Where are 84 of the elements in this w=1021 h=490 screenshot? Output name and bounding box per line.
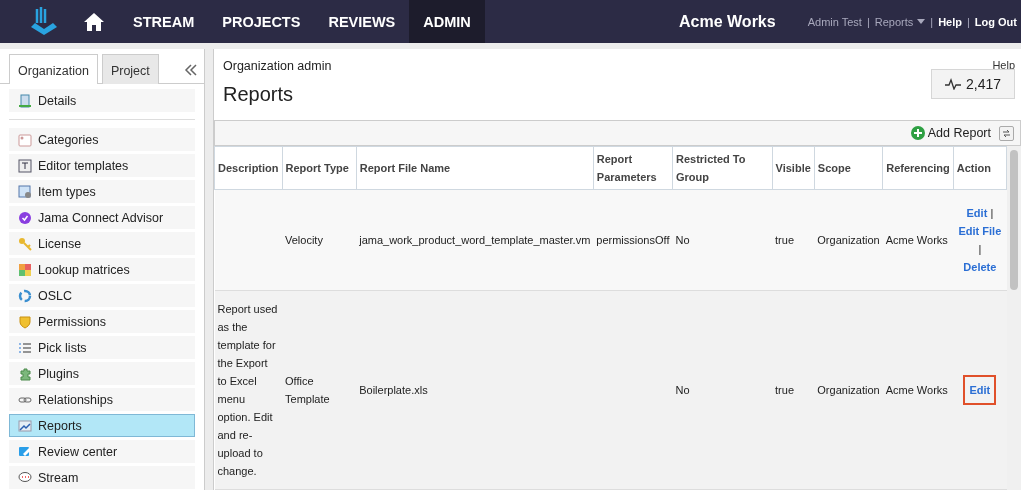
sidebar-item[interactable]: Reports xyxy=(9,414,195,437)
nav-tab[interactable]: PROJECTS xyxy=(208,0,315,43)
column-header: Restricted To Group xyxy=(672,146,773,190)
action-link[interactable]: Delete xyxy=(963,261,997,274)
item-icon xyxy=(18,366,32,381)
sidebar-item[interactable]: Stream xyxy=(9,466,195,489)
reports-menu[interactable]: Reports xyxy=(874,15,914,28)
column-header: Referencing xyxy=(882,146,954,190)
action-link[interactable]: Edit File xyxy=(958,225,1002,238)
plus-icon xyxy=(910,126,925,140)
building-icon xyxy=(18,93,32,108)
table-cell: true xyxy=(772,189,815,291)
column-header: Report File Name xyxy=(356,146,594,190)
table-cell: permissionsOff xyxy=(593,189,673,291)
item-icon xyxy=(18,184,32,199)
table-cell: Boilerplate.xls xyxy=(356,290,594,490)
action-link[interactable]: Edit xyxy=(966,207,988,220)
item-icon xyxy=(18,340,32,355)
item-icon xyxy=(18,236,32,251)
separator: | xyxy=(967,15,970,28)
breadcrumb: Organization admin xyxy=(223,59,332,73)
item-icon xyxy=(18,210,32,225)
logout-link[interactable]: Log Out xyxy=(974,15,1017,28)
item-icon xyxy=(18,132,32,147)
organization-name: Acme Works xyxy=(679,12,776,31)
scrollbar[interactable] xyxy=(1007,146,1021,490)
collapse-icon[interactable] xyxy=(184,64,198,76)
sidebar-item[interactable]: OSLC xyxy=(9,284,195,307)
sidebar-item[interactable]: Review center xyxy=(9,440,195,463)
table-cell: Acme Works xyxy=(882,290,954,490)
separator: | xyxy=(989,207,994,220)
column-header: Report Parameters xyxy=(593,146,673,190)
sidebar-item[interactable]: Plugins xyxy=(9,362,195,385)
column-header: Report Type xyxy=(282,146,357,190)
nav-tab[interactable]: STREAM xyxy=(119,0,209,43)
sidebar-item[interactable]: Relationships xyxy=(9,388,195,411)
sidebar-item[interactable]: Categories xyxy=(9,128,195,151)
table-cell: No xyxy=(672,290,773,490)
table-cell: jama_work_product_word_template_master.vm xyxy=(356,189,594,291)
table-cell: Organization xyxy=(814,290,883,490)
separator: | xyxy=(866,15,870,28)
separator: | xyxy=(978,243,982,256)
sidebar-item[interactable]: Editor templates xyxy=(9,154,195,177)
table-cell: Velocity xyxy=(282,189,357,291)
add-report-button[interactable]: Add Report xyxy=(910,126,991,140)
item-icon xyxy=(18,158,32,173)
sidebar-item[interactable]: License xyxy=(9,232,195,255)
pulse-icon xyxy=(944,78,961,90)
table-cell: Acme Works xyxy=(882,189,954,291)
nav-tab[interactable]: REVIEWS xyxy=(314,0,410,43)
table-cell: true xyxy=(772,290,815,490)
caret-icon[interactable] xyxy=(917,19,926,24)
sidebar-tab[interactable]: Project xyxy=(101,54,159,84)
help-link[interactable]: Help xyxy=(938,15,962,28)
column-header: Action xyxy=(953,146,1007,190)
sidebar-item[interactable]: Lookup matrices xyxy=(9,258,195,281)
item-icon xyxy=(18,470,32,485)
item-icon xyxy=(18,418,32,433)
user-link[interactable]: Admin Test xyxy=(807,15,862,28)
column-header: Visible xyxy=(772,146,815,190)
column-header: Scope xyxy=(814,146,883,190)
item-icon xyxy=(18,288,32,303)
page-title: Reports xyxy=(223,83,294,106)
table-cell: Report used as the template for the Export to Excel menu option. Edit and re-upload to change. xyxy=(214,290,282,490)
table-cell: No xyxy=(672,189,773,291)
home-icon[interactable] xyxy=(83,11,105,32)
sidebar-item[interactable]: Pick lists xyxy=(9,336,195,359)
item-icon xyxy=(18,262,32,277)
help-link[interactable]: Help xyxy=(992,59,1015,71)
sidebar-item[interactable]: Jama Connect Advisor xyxy=(9,206,195,229)
nav-tab[interactable]: ADMIN xyxy=(409,0,485,43)
sidebar-item[interactable]: Details xyxy=(9,89,195,112)
column-header: Description xyxy=(214,146,282,190)
table-cell: Office Template xyxy=(282,290,357,490)
action-link[interactable]: Edit xyxy=(963,375,997,406)
activity-count-button[interactable]: 2,417 xyxy=(930,69,1015,99)
table-cell: Organization xyxy=(814,189,883,291)
sidebar-item[interactable]: Item types xyxy=(9,180,195,203)
separator: | xyxy=(930,15,934,28)
sidebar-tab[interactable]: Organization xyxy=(9,54,98,84)
refresh-icon xyxy=(1002,128,1011,138)
item-icon xyxy=(18,444,32,459)
sidebar-item[interactable]: Permissions xyxy=(9,310,195,333)
item-icon xyxy=(18,314,32,329)
